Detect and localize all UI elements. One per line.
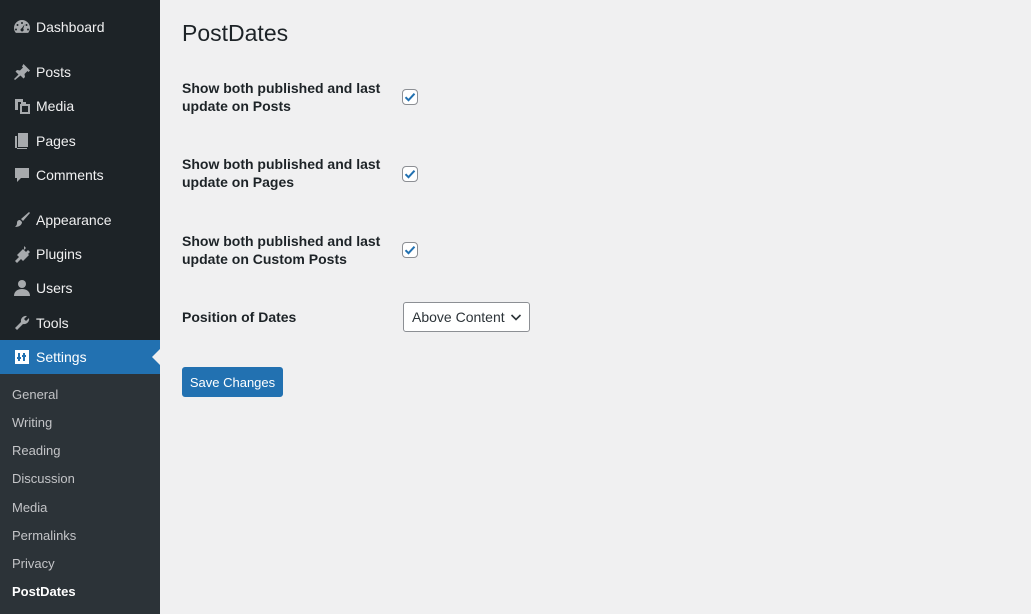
submenu-item-discussion[interactable]: Discussion: [12, 469, 75, 489]
page-title: PostDates: [182, 20, 289, 46]
sidebar-item-posts[interactable]: Posts: [0, 55, 160, 89]
posts-dates-label: Show both published and last update on P…: [182, 80, 381, 114]
sidebar-item-label: Tools: [36, 315, 69, 331]
position-label: Position of Dates: [182, 309, 297, 325]
submenu-item-media[interactable]: Media: [12, 498, 47, 518]
position-select[interactable]: Above Content: [403, 302, 530, 332]
sidebar-item-label: Plugins: [36, 246, 82, 262]
custom-posts-dates-label: Show both published and last update on C…: [182, 233, 381, 267]
save-changes-button[interactable]: Save Changes: [182, 367, 283, 397]
sidebar-item-appearance[interactable]: Appearance: [0, 203, 160, 237]
submenu-item-general[interactable]: General: [12, 385, 58, 405]
sidebar-item-plugins[interactable]: Plugins: [0, 237, 160, 271]
checkmark-icon: [404, 170, 416, 179]
settings-page: PostDates Show both published and last u…: [182, 0, 1031, 614]
submenu-item-postdates[interactable]: PostDates: [12, 582, 76, 602]
users-icon: [0, 271, 36, 305]
custom-posts-dates-checkbox[interactable]: [402, 242, 418, 258]
admin-sidebar: Dashboard Posts Media Pages Comments App…: [0, 0, 160, 614]
sidebar-item-settings[interactable]: Settings: [0, 340, 160, 374]
sidebar-item-dashboard[interactable]: Dashboard: [0, 10, 160, 44]
media-icon: [0, 89, 36, 123]
posts-dates-checkbox[interactable]: [402, 89, 418, 105]
plugins-icon: [0, 237, 36, 271]
sidebar-item-label: Appearance: [36, 212, 112, 228]
comments-icon: [0, 158, 36, 192]
settings-submenu: General Writing Reading Discussion Media…: [0, 374, 160, 614]
sidebar-item-users[interactable]: Users: [0, 271, 160, 305]
sidebar-item-label: Users: [36, 280, 73, 296]
sidebar-item-label: Settings: [36, 349, 87, 365]
pages-dates-label: Show both published and last update on P…: [182, 156, 381, 190]
sidebar-item-label: Pages: [36, 133, 76, 149]
dashboard-icon: [0, 10, 36, 44]
submenu-item-privacy[interactable]: Privacy: [12, 554, 55, 574]
paintbrush-icon: [0, 203, 36, 237]
sidebar-item-comments[interactable]: Comments: [0, 158, 160, 192]
submenu-item-reading[interactable]: Reading: [12, 441, 60, 461]
checkmark-icon: [404, 246, 416, 255]
settings-icon: [0, 340, 36, 374]
wrench-icon: [0, 306, 36, 340]
pages-icon: [0, 124, 36, 158]
pin-icon: [0, 55, 36, 89]
sidebar-item-label: Media: [36, 98, 75, 114]
submenu-item-permalinks[interactable]: Permalinks: [12, 526, 76, 546]
submenu-item-writing[interactable]: Writing: [12, 413, 52, 433]
sidebar-item-pages[interactable]: Pages: [0, 124, 160, 158]
sidebar-item-label: Posts: [36, 64, 72, 80]
sidebar-item-media[interactable]: Media: [0, 89, 160, 123]
chevron-down-icon: [510, 314, 522, 321]
sidebar-item-tools[interactable]: Tools: [0, 306, 160, 340]
position-select-value: Above Content: [412, 309, 505, 325]
sidebar-item-label: Comments: [36, 167, 104, 183]
checkmark-icon: [404, 93, 416, 102]
sidebar-item-label: Dashboard: [36, 19, 105, 35]
pages-dates-checkbox[interactable]: [402, 166, 418, 182]
